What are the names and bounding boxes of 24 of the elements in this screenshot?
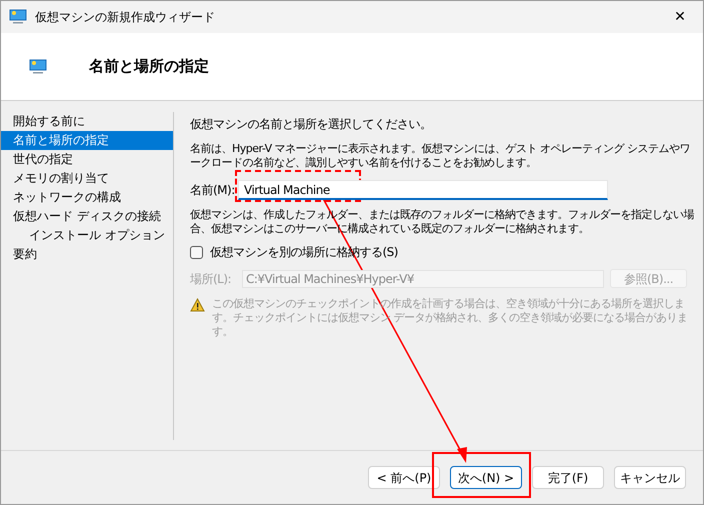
description-text: 名前は、Hyper-V マネージャーに表示されます。仮想マシンには、ゲスト オペレーティング システムやワークロードの名前など、識別しやすい名前を付けることをお勧めします。 [190,142,692,170]
location-label: 場所(L): [190,270,232,288]
monitor-icon [9,9,27,25]
wizard-step[interactable]: インストール オプション [1,226,173,245]
wizard-step[interactable]: 開始する前に [1,112,173,131]
wizard-step[interactable]: メモリの割り当て [1,169,173,188]
wizard-step[interactable]: 要約 [1,245,173,264]
monitor-icon [29,58,47,74]
wizard-button[interactable]: < 前へ(P) [368,466,440,489]
wizard-button[interactable]: 次へ(N) > [450,466,522,489]
page-heading: 名前と場所の指定 [89,56,209,78]
wizard-step[interactable]: 仮想ハード ディスクの接続 [1,207,173,226]
wizard-step[interactable]: 世代の指定 [1,150,173,169]
wizard-step[interactable]: ネットワークの構成 [1,188,173,207]
wizard-button[interactable]: キャンセル [614,466,686,489]
instruction-text: 仮想マシンの名前と場所を選択してください。 [190,116,432,133]
wizard-step[interactable]: 名前と場所の指定 [1,131,173,150]
checkbox[interactable] [190,246,203,258]
name-label: 名前(M): [190,182,236,199]
window-title: 仮想マシンの新規作成ウィザード [35,9,215,26]
name-input[interactable]: Virtual Machine [238,180,608,200]
warning-icon [190,298,205,312]
close-button[interactable]: ✕ [657,1,703,33]
wizard-button[interactable]: 完了(F) [532,466,604,489]
